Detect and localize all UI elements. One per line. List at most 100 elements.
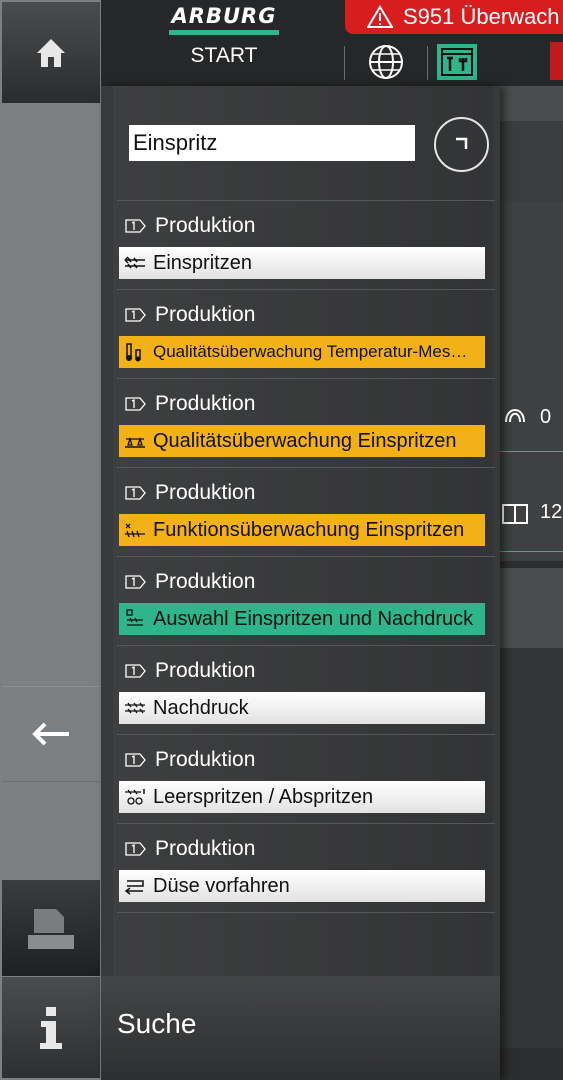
result-breadcrumb: Produktion xyxy=(125,303,255,327)
divider xyxy=(117,912,495,913)
production-icon xyxy=(125,574,147,590)
start-label[interactable]: START xyxy=(169,44,279,68)
production-icon xyxy=(125,663,147,679)
top-bar: ARBURG START S951 Überwach xyxy=(101,0,563,86)
result-label: Auswahl Einspritzen und Nachdruck xyxy=(153,607,474,630)
result-label: Leerspritzen / Abspritzen xyxy=(153,785,374,808)
result-breadcrumb: Produktion xyxy=(125,392,255,416)
bg-section xyxy=(500,648,563,1048)
temperature-icon xyxy=(123,340,147,364)
search-input[interactable] xyxy=(129,125,415,161)
search-result[interactable]: Produktion Qualitätsüberwachung Einspritz… xyxy=(119,386,485,468)
search-result[interactable]: Produktion Düse vorfahren xyxy=(119,831,485,913)
bg-section: 0 12 xyxy=(500,201,563,561)
production-icon xyxy=(125,841,147,857)
tools-icon xyxy=(441,48,473,76)
production-icon xyxy=(125,307,147,323)
result-button[interactable]: Qualitätsüberwachung Einspritzen xyxy=(119,425,485,457)
divider xyxy=(117,734,495,735)
result-button[interactable]: Nachdruck xyxy=(119,692,485,724)
result-button[interactable]: Funktionsüberwachung Einspritzen xyxy=(119,514,485,546)
search-panel: Produktion Einspritzen Produktion Qualitäts… xyxy=(101,86,500,1080)
warning-icon xyxy=(367,5,393,28)
divider xyxy=(117,556,495,557)
alarm-indicator[interactable] xyxy=(550,42,563,80)
production-icon xyxy=(125,752,147,768)
divider xyxy=(117,200,495,201)
breadcrumb-label: Produktion xyxy=(155,392,256,415)
info-icon xyxy=(40,1006,62,1049)
panel-title: Suche xyxy=(117,1008,197,1039)
divider xyxy=(427,46,428,80)
result-label: Qualitätsüberwachung Einspritzen xyxy=(153,429,457,452)
bg-value-b: 12 xyxy=(540,501,563,523)
search-result[interactable]: Produktion Nachdruck xyxy=(119,653,485,735)
left-rail xyxy=(0,0,101,1080)
divider xyxy=(117,467,495,468)
result-button[interactable]: Düse vorfahren xyxy=(119,870,485,902)
result-label: Einspritzen xyxy=(153,251,252,274)
divider xyxy=(500,451,563,452)
search-result[interactable]: Produktion Qualitätsüberwachung Temperatu… xyxy=(119,297,485,379)
arrow-left-icon xyxy=(32,722,69,746)
document-button[interactable] xyxy=(2,880,100,976)
function-monitor-icon xyxy=(123,518,147,542)
bg-section xyxy=(500,86,563,121)
bg-section xyxy=(500,121,563,201)
result-button[interactable]: Einspritzen xyxy=(119,247,485,279)
divider xyxy=(500,551,563,552)
globe-icon[interactable] xyxy=(368,44,404,80)
injection-icon xyxy=(123,251,147,275)
clear-search-button[interactable] xyxy=(434,117,489,172)
result-button[interactable]: Leerspritzen / Abspritzen xyxy=(119,781,485,813)
production-icon xyxy=(125,396,147,412)
breadcrumb-label: Produktion xyxy=(155,303,256,326)
breadcrumb-label: Produktion xyxy=(155,659,256,682)
result-breadcrumb: Produktion xyxy=(125,837,255,861)
divider xyxy=(117,289,495,290)
logo-underline xyxy=(169,30,279,35)
result-breadcrumb: Produktion xyxy=(125,570,255,594)
divider xyxy=(117,378,495,379)
setup-tools-button[interactable] xyxy=(437,44,477,80)
result-label: Nachdruck xyxy=(153,696,249,719)
panel-footer: Suche xyxy=(101,976,500,1080)
result-button[interactable]: Auswahl Einspritzen und Nachdruck xyxy=(119,603,485,635)
divider xyxy=(117,645,495,646)
breadcrumb-label: Produktion xyxy=(155,214,256,237)
bg-section xyxy=(500,568,563,648)
nozzle-forward-icon xyxy=(123,874,147,898)
result-label: Düse vorfahren xyxy=(153,874,290,897)
counter-icon xyxy=(502,504,528,524)
result-breadcrumb: Produktion xyxy=(125,481,255,505)
divider xyxy=(117,823,495,824)
alarm-banner[interactable]: S951 Überwach xyxy=(345,0,563,34)
bg-value-a: 0 xyxy=(540,406,552,428)
search-result[interactable]: Produktion Funktionsüberwachung Einspritz… xyxy=(119,475,485,557)
result-label: Funktionsüberwachung Einspritzen xyxy=(153,518,465,541)
background-content: 0 12 xyxy=(500,86,563,1080)
info-button[interactable] xyxy=(2,977,100,1078)
document-icon xyxy=(28,909,74,949)
breadcrumb-label: Produktion xyxy=(155,837,256,860)
search-result[interactable]: Produktion Auswahl Einspritzen und Nachdr… xyxy=(119,564,485,646)
arburg-logo: ARBURG xyxy=(171,4,277,28)
selection-icon xyxy=(123,607,147,631)
production-icon xyxy=(125,485,147,501)
breadcrumb-label: Produktion xyxy=(155,748,256,771)
breadcrumb-label: Produktion xyxy=(155,481,256,504)
quality-scale-icon xyxy=(123,429,147,453)
breadcrumb-label: Produktion xyxy=(155,570,256,593)
result-button[interactable]: Qualitätsüberwachung Temperatur-Mes… xyxy=(119,336,485,368)
search-result[interactable]: Produktion Einspritzen xyxy=(119,208,485,290)
result-breadcrumb: Produktion xyxy=(125,214,255,238)
search-result[interactable]: Produktion Leerspritzen / Abspritzen xyxy=(119,742,485,824)
cycle-icon xyxy=(505,409,525,423)
home-button[interactable] xyxy=(2,2,100,103)
production-icon xyxy=(125,218,147,234)
back-button[interactable] xyxy=(2,686,100,782)
purge-icon xyxy=(123,785,147,809)
result-breadcrumb: Produktion xyxy=(125,748,255,772)
alarm-text: S951 Überwach xyxy=(403,4,560,29)
holding-pressure-icon xyxy=(123,696,147,720)
